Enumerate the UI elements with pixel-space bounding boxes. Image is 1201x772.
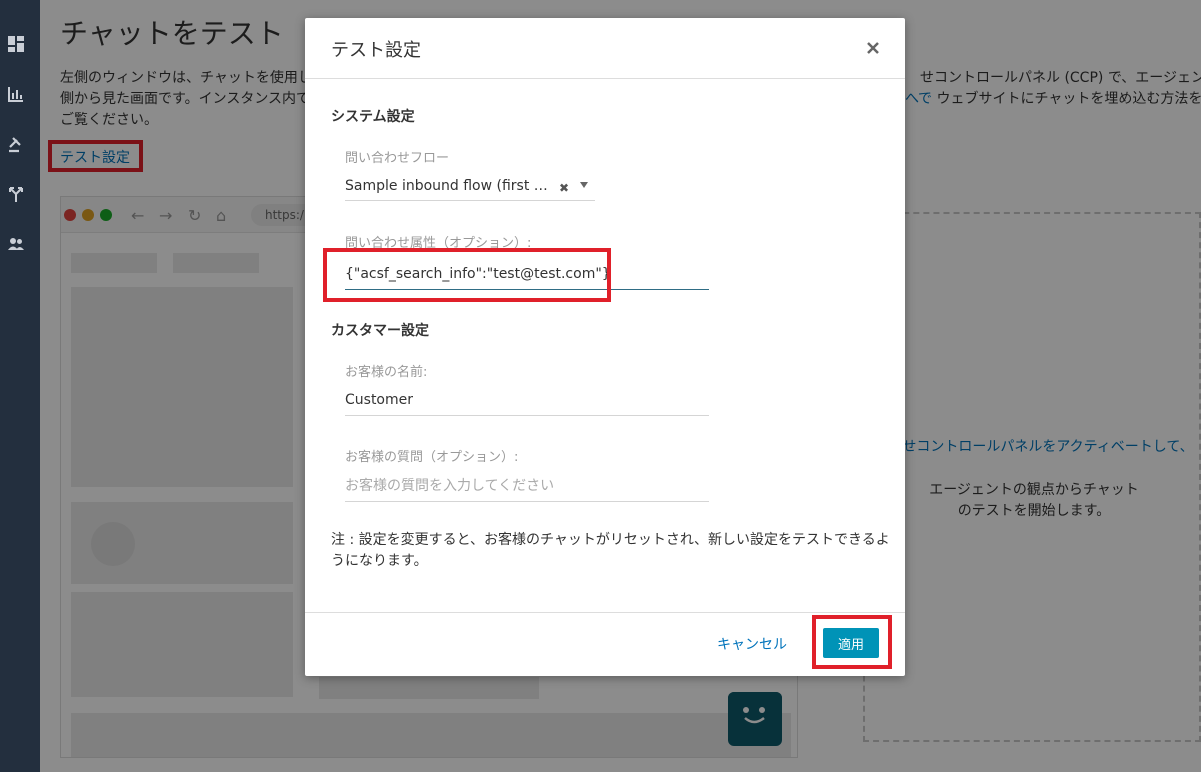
dialog-header: テスト設定	[305, 18, 905, 79]
contact-flow-select[interactable]: Sample inbound flow (first co... ✖	[345, 173, 595, 201]
customer-question-label: お客様の質問（オプション）:	[345, 450, 519, 465]
cancel-button[interactable]: キャンセル	[717, 634, 787, 654]
customer-name-input[interactable]	[345, 384, 709, 416]
routing-icon[interactable]	[6, 134, 26, 154]
contact-flow-value: Sample inbound flow (first co...	[345, 178, 555, 194]
dialog-title: テスト設定	[331, 40, 421, 61]
left-nav	[0, 0, 40, 772]
close-icon[interactable]	[865, 40, 881, 56]
customer-question-input[interactable]	[345, 470, 709, 502]
highlight-box	[812, 615, 892, 669]
customer-name-label: お客様の名前:	[345, 365, 428, 380]
metrics-icon[interactable]	[6, 84, 26, 104]
system-settings-heading: システム設定	[331, 109, 415, 125]
contact-flow-label: 問い合わせフロー	[345, 151, 450, 166]
clear-icon[interactable]: ✖	[559, 181, 569, 195]
users-icon[interactable]	[6, 234, 26, 254]
test-settings-dialog: テスト設定 システム設定 問い合わせフロー Sample inbound flo…	[305, 18, 905, 676]
chevron-down-icon[interactable]	[580, 182, 588, 188]
customer-settings-heading: カスタマー設定	[331, 323, 429, 339]
settings-note: 注 : 設定を変更すると、お客様のチャットがリセットされ、新しい設定をテストでき…	[331, 532, 890, 569]
dialog-footer-divider	[305, 612, 905, 613]
flow-icon[interactable]	[6, 184, 26, 204]
highlight-box	[323, 248, 611, 302]
dashboard-icon[interactable]	[6, 34, 26, 54]
